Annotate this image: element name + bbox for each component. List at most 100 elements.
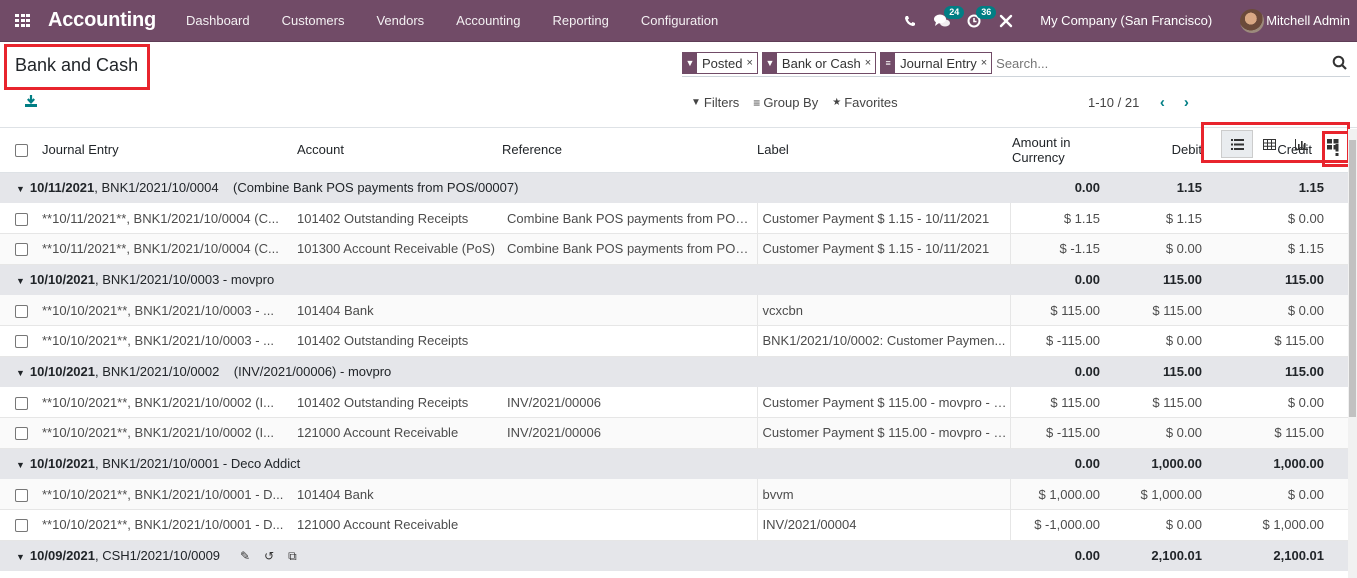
row-checkbox[interactable] — [15, 519, 28, 533]
table-row[interactable]: **10/10/2021**, BNK1/2021/10/0003 - ... 1… — [0, 325, 1348, 357]
user-menu[interactable]: Mitchell Admin — [1240, 8, 1350, 33]
table-row[interactable]: **10/11/2021**, BNK1/2021/10/0004 (C... 1… — [0, 233, 1348, 265]
group-row[interactable]: ▼ 10/10/2021, BNK1/2021/10/0002 (INV/2021… — [0, 356, 1348, 387]
cell-reference[interactable] — [502, 325, 758, 357]
cell-label[interactable]: INV/2021/00004 — [757, 509, 1011, 541]
cell-journal-entry[interactable]: **10/10/2021**, BNK1/2021/10/0003 - ... — [38, 325, 297, 357]
row-checkbox[interactable] — [15, 212, 28, 226]
table-row[interactable]: **10/10/2021**, BNK1/2021/10/0002 (I... 1… — [0, 387, 1348, 418]
apps-icon[interactable] — [15, 13, 33, 28]
cell-label[interactable]: Customer Payment $ 1.15 - 10/11/2021 — [757, 233, 1011, 265]
cell-label[interactable]: BNK1/2021/10/0002: Customer Paymen... — [757, 325, 1011, 357]
column-amount-currency[interactable]: Amount in Currency — [1010, 128, 1116, 173]
cell-label[interactable]: Customer Payment $ 115.00 - movpro - 1..… — [757, 387, 1011, 418]
table-row[interactable]: **10/10/2021**, BNK1/2021/10/0002 (I... 1… — [0, 417, 1348, 449]
facet-bank-or-cash[interactable]: ▼ Bank or Cash × — [761, 52, 877, 74]
chat-icon[interactable]: 24 — [926, 0, 965, 42]
column-label[interactable]: Label — [757, 128, 1010, 173]
cell-amount-currency[interactable]: $ -1,000.00 — [1010, 509, 1116, 541]
cell-debit[interactable]: $ 115.00 — [1116, 295, 1218, 326]
cell-debit[interactable]: $ 0.00 — [1116, 509, 1218, 541]
cell-reference[interactable] — [502, 295, 758, 326]
cell-amount-currency[interactable]: $ -115.00 — [1010, 325, 1116, 357]
table-row[interactable]: **10/10/2021**, BNK1/2021/10/0001 - D...… — [0, 509, 1348, 541]
pager-value[interactable]: 1-10 / 21 — [1088, 95, 1139, 110]
cell-credit[interactable]: $ 0.00 — [1218, 295, 1348, 326]
cell-label[interactable]: vcxcbn — [757, 295, 1011, 326]
cell-reference[interactable] — [502, 509, 758, 541]
group-row[interactable]: ▼ 10/10/2021, BNK1/2021/10/0001 - Deco Ad… — [0, 448, 1348, 479]
cell-journal-entry[interactable]: **10/10/2021**, BNK1/2021/10/0002 (I... — [38, 417, 297, 449]
cell-credit[interactable]: $ 115.00 — [1218, 325, 1348, 357]
cell-label[interactable]: Customer Payment $ 115.00 - movpro - 1..… — [757, 417, 1011, 449]
filters-button[interactable]: ▼ Filters — [691, 95, 739, 110]
clock-icon[interactable]: 36 — [958, 0, 997, 42]
cell-debit[interactable]: $ 0.00 — [1116, 325, 1218, 357]
download-icon[interactable] — [24, 94, 38, 108]
cell-journal-entry[interactable]: **10/11/2021**, BNK1/2021/10/0004 (C... — [38, 233, 297, 265]
cell-journal-entry[interactable]: **10/10/2021**, BNK1/2021/10/0002 (I... — [38, 387, 297, 418]
cell-credit[interactable]: $ 1,000.00 — [1218, 509, 1348, 541]
cell-reference[interactable]: Combine Bank POS payments from POS/... — [502, 233, 758, 265]
pivot-view-button[interactable] — [1253, 130, 1285, 158]
group-header[interactable]: ▼ 10/11/2021, BNK1/2021/10/0004 (Combine … — [0, 172, 1010, 203]
group-by-button[interactable]: ≡ Group By — [753, 95, 818, 110]
table-row[interactable]: **10/10/2021**, BNK1/2021/10/0001 - D...… — [0, 479, 1348, 510]
menu-accounting[interactable]: Accounting — [440, 13, 536, 28]
group-header[interactable]: ▼ 10/10/2021, BNK1/2021/10/0001 - Deco Ad… — [0, 448, 1010, 479]
cell-credit[interactable]: $ 1.15 — [1218, 233, 1348, 265]
cell-amount-currency[interactable]: $ 115.00 — [1010, 387, 1116, 418]
cell-reference[interactable]: Combine Bank POS payments from POS/... — [502, 203, 758, 234]
row-checkbox[interactable] — [15, 304, 28, 318]
cell-account[interactable]: 101402 Outstanding Receipts — [297, 203, 502, 234]
chevron-left-icon[interactable]: ‹ — [1157, 94, 1167, 111]
cell-label[interactable]: bvvm — [757, 479, 1011, 510]
tools-icon[interactable] — [990, 0, 1022, 42]
remove-facet-icon[interactable]: × — [865, 57, 875, 69]
favorites-button[interactable]: ★ Favorites — [832, 95, 897, 110]
page-title[interactable]: Bank and Cash — [15, 55, 138, 76]
cell-debit[interactable]: $ 0.00 — [1116, 417, 1218, 449]
remove-facet-icon[interactable]: × — [981, 57, 991, 69]
cell-account[interactable]: 101402 Outstanding Receipts — [297, 387, 502, 418]
table-row[interactable]: **10/11/2021**, BNK1/2021/10/0004 (C... 1… — [0, 203, 1348, 234]
cell-account[interactable]: 101300 Account Receivable (PoS) — [297, 233, 502, 265]
edit-icon[interactable]: ✎ — [240, 549, 250, 564]
company-switcher[interactable]: My Company (San Francisco) — [1040, 13, 1212, 28]
app-name[interactable]: Accounting — [48, 9, 156, 32]
cell-credit[interactable]: $ 0.00 — [1218, 203, 1348, 234]
column-reference[interactable]: Reference — [502, 128, 757, 173]
row-checkbox[interactable] — [15, 335, 28, 349]
cell-amount-currency[interactable]: $ 115.00 — [1010, 295, 1116, 326]
select-all-checkbox[interactable] — [15, 144, 28, 158]
group-header[interactable]: ▼ 10/10/2021, BNK1/2021/10/0002 (INV/2021… — [0, 356, 1010, 387]
table-row[interactable]: **10/10/2021**, BNK1/2021/10/0003 - ... 1… — [0, 295, 1348, 326]
search-input[interactable] — [996, 52, 1332, 74]
cell-label[interactable]: Customer Payment $ 1.15 - 10/11/2021 — [757, 203, 1011, 234]
menu-dashboard[interactable]: Dashboard — [170, 13, 266, 28]
graph-view-button[interactable] — [1285, 130, 1317, 158]
menu-vendors[interactable]: Vendors — [360, 13, 440, 28]
cell-journal-entry[interactable]: **10/10/2021**, BNK1/2021/10/0001 - D... — [38, 509, 297, 541]
cell-credit[interactable]: $ 0.00 — [1218, 387, 1348, 418]
duplicate-icon[interactable]: ⧉ — [288, 549, 297, 564]
group-header[interactable]: ▼ 10/10/2021, BNK1/2021/10/0003 - movpro — [0, 264, 1010, 295]
group-header[interactable]: ▼ 10/09/2021, CSH1/2021/10/0009 ✎ ↺ ⧉ — [0, 540, 1010, 571]
cell-journal-entry[interactable]: **10/11/2021**, BNK1/2021/10/0004 (C... — [38, 203, 297, 234]
cell-credit[interactable]: $ 0.00 — [1218, 479, 1348, 510]
cell-account[interactable]: 101404 Bank — [297, 295, 502, 326]
cell-amount-currency[interactable]: $ 1.15 — [1010, 203, 1116, 234]
list-view-button[interactable] — [1221, 130, 1253, 158]
cell-debit[interactable]: $ 1.15 — [1116, 203, 1218, 234]
optional-columns-icon[interactable] — [1335, 144, 1339, 156]
row-checkbox[interactable] — [15, 396, 28, 410]
group-row[interactable]: ▼ 10/11/2021, BNK1/2021/10/0004 (Combine … — [0, 172, 1348, 203]
column-account[interactable]: Account — [297, 128, 502, 173]
facet-posted[interactable]: ▼ Posted × — [682, 52, 758, 74]
search-icon[interactable] — [1332, 55, 1348, 71]
cell-amount-currency[interactable]: $ 1,000.00 — [1010, 479, 1116, 510]
cell-account[interactable]: 101404 Bank — [297, 479, 502, 510]
menu-configuration[interactable]: Configuration — [625, 13, 734, 28]
phone-icon[interactable] — [894, 0, 926, 42]
cell-account[interactable]: 101402 Outstanding Receipts — [297, 325, 502, 357]
